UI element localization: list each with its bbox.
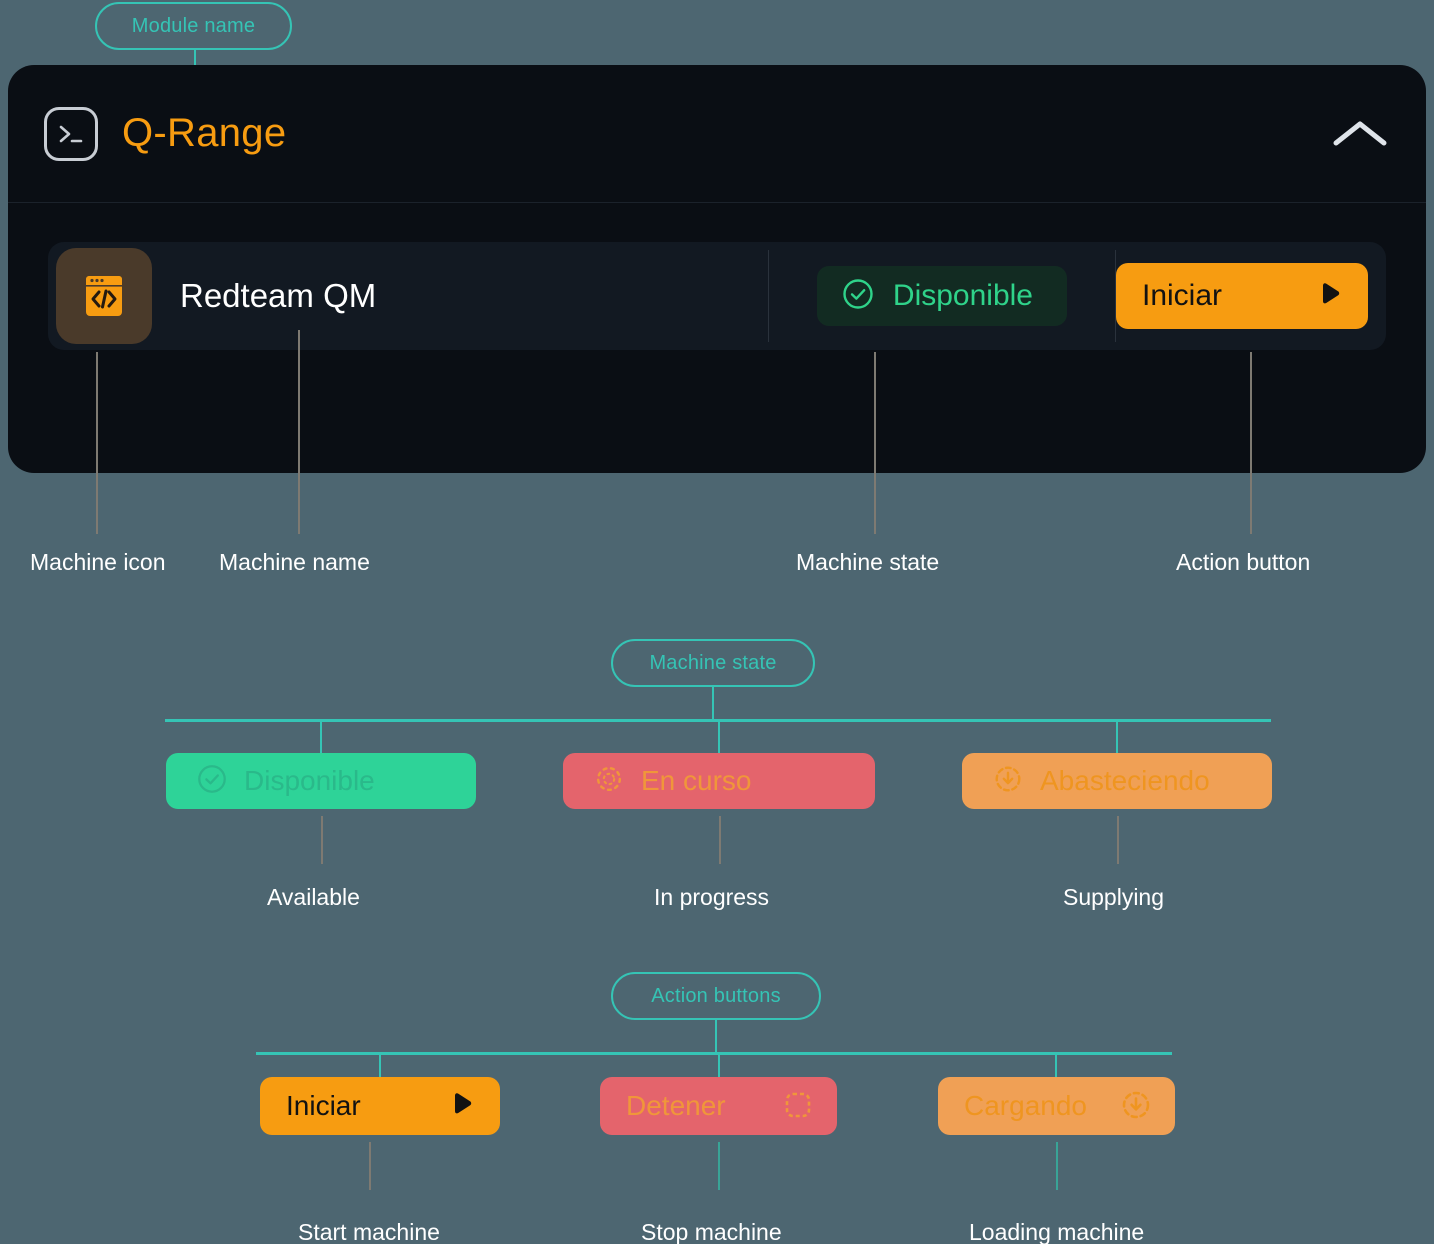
state-badge-available-label: Disponible xyxy=(244,765,375,796)
row-divider-1 xyxy=(767,250,769,342)
connector-action-group-bar xyxy=(256,1052,1172,1055)
connector-action-button xyxy=(1250,352,1252,534)
play-icon xyxy=(444,1088,478,1125)
state-badge-inprogress[interactable]: En curso xyxy=(563,753,875,809)
callout-machine-icon: Machine icon xyxy=(30,549,166,575)
connector-action-start xyxy=(379,1052,381,1078)
connector-state-supplying xyxy=(1116,719,1118,753)
label-supplying: Supplying xyxy=(1063,884,1165,910)
callout-pill-module-name-label: Module name xyxy=(131,14,256,37)
callout-pill-module-name: Module name xyxy=(95,2,292,50)
module-title: Q-Range xyxy=(122,111,287,155)
terminal-icon xyxy=(44,106,98,161)
label-available: Available xyxy=(267,884,360,910)
label-loading-machine: Loading machine xyxy=(969,1219,1145,1244)
callout-machine-state: Machine state xyxy=(796,549,940,575)
connector-state-available xyxy=(320,719,322,753)
module-card-header: Q-Range xyxy=(8,65,1426,203)
connector-machine-icon xyxy=(96,352,98,534)
action-button-stop[interactable]: Detener xyxy=(600,1077,837,1135)
action-button-loading-label: Cargando xyxy=(964,1090,1087,1121)
check-circle-icon xyxy=(841,277,875,316)
module-card: Q-Range Redteam QM Disponible Iniciar xyxy=(8,65,1426,473)
connector-label-stop xyxy=(718,1142,720,1190)
state-badge-supplying-label: Abasteciendo xyxy=(1040,765,1210,796)
machine-row: Redteam QM Disponible Iniciar xyxy=(48,242,1386,350)
connector-label-loading xyxy=(1056,1142,1058,1190)
label-inprogress: In progress xyxy=(654,884,770,910)
machine-action-button-label: Iniciar xyxy=(1142,279,1223,312)
machine-icon xyxy=(56,248,152,344)
connector-action-stop xyxy=(718,1052,720,1078)
connector-label-supplying xyxy=(1117,816,1119,864)
action-button-start-label: Iniciar xyxy=(286,1090,361,1121)
action-button-loading[interactable]: Cargando xyxy=(938,1077,1175,1135)
connector-machine-name xyxy=(298,330,300,534)
callout-machine-name: Machine name xyxy=(219,549,370,575)
spinner-dotted-icon xyxy=(593,763,625,800)
state-badge-inprogress-label: En curso xyxy=(641,765,752,796)
state-badge-supplying[interactable]: Abasteciendo xyxy=(962,753,1272,809)
connector-action-loading xyxy=(1055,1052,1057,1078)
callout-pill-action-buttons-group-label: Action buttons xyxy=(651,984,781,1007)
label-stop-machine: Stop machine xyxy=(641,1219,782,1244)
connector-label-available xyxy=(321,816,323,864)
download-circle-icon xyxy=(992,763,1024,800)
connector-label-start xyxy=(369,1142,371,1190)
chevron-up-icon[interactable] xyxy=(1332,117,1388,151)
connector-state-inprogress xyxy=(718,719,720,753)
stop-square-icon xyxy=(781,1088,815,1125)
connector-label-inprogress xyxy=(719,816,721,864)
machine-state-label: Disponible xyxy=(892,279,1033,312)
machine-action-button[interactable]: Iniciar xyxy=(1116,263,1368,329)
callout-pill-machine-state-group: Machine state xyxy=(611,639,815,687)
state-badge-available[interactable]: Disponible xyxy=(166,753,476,809)
label-start-machine: Start machine xyxy=(298,1219,440,1244)
machine-name: Redteam QM xyxy=(180,277,377,314)
connector-state-group-stem xyxy=(712,687,714,720)
callout-action-button: Action button xyxy=(1176,549,1311,575)
callout-pill-machine-state-group-label: Machine state xyxy=(649,651,777,674)
machine-state-chip: Disponible xyxy=(816,266,1067,326)
action-button-start[interactable]: Iniciar xyxy=(260,1077,500,1135)
callout-pill-action-buttons-group: Action buttons xyxy=(611,972,821,1020)
play-icon xyxy=(1312,278,1346,315)
download-circle-icon xyxy=(1119,1088,1153,1125)
check-circle-icon xyxy=(196,763,228,800)
connector-machine-state xyxy=(874,352,876,534)
connector-action-group-stem xyxy=(715,1020,717,1053)
action-button-stop-label: Detener xyxy=(626,1090,726,1121)
diagram-canvas: Module name Q-Range Redteam QM Disponibl… xyxy=(0,0,1434,1244)
